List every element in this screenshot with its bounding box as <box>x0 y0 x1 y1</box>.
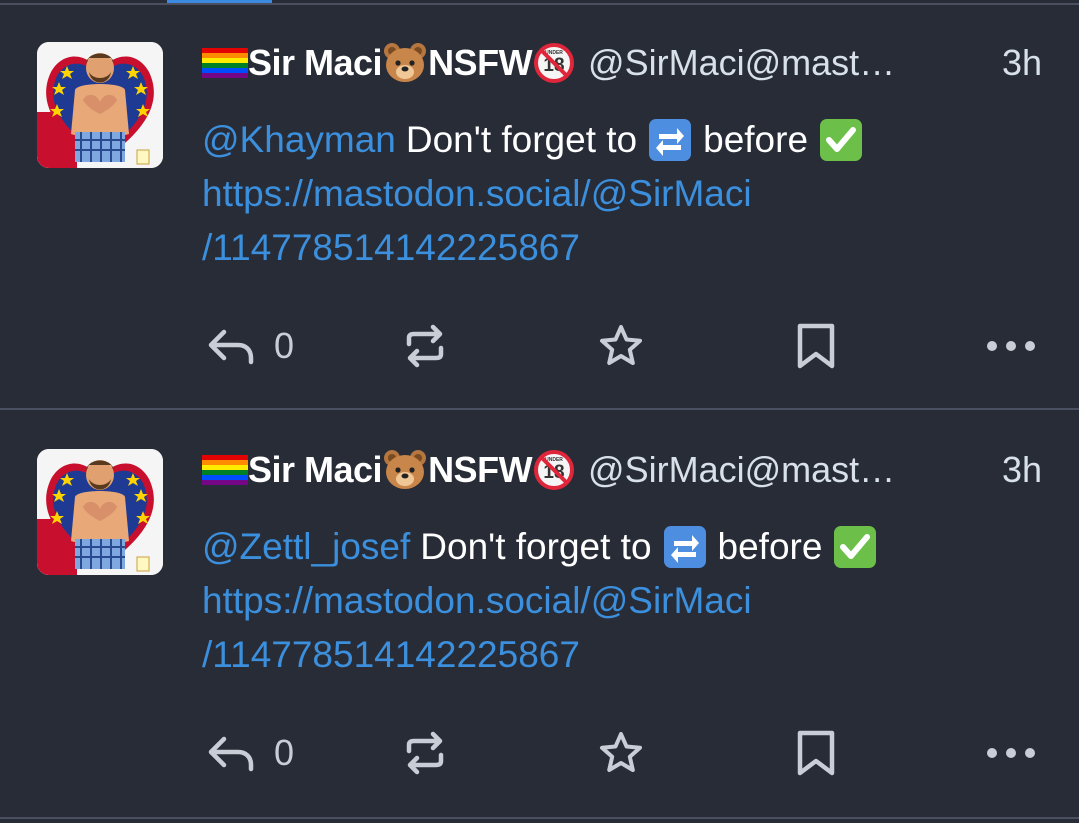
more-button[interactable] <box>984 723 1038 783</box>
status-divider <box>0 817 1079 819</box>
avatar-image <box>37 42 163 168</box>
status-header: Sir Maci NSFW 18 UNDER <box>202 445 1042 495</box>
favourite-button[interactable] <box>597 316 645 376</box>
display-name[interactable]: Sir Maci NSFW 18 UNDER <box>202 41 576 85</box>
status-link[interactable]: https://mastodon.social/@SirMaci <box>202 574 1002 628</box>
status-header: Sir Maci NSFW 18 UNDER <box>202 38 1042 88</box>
arrows-counterclockwise-icon <box>649 119 692 161</box>
timestamp[interactable]: 3h <box>1002 42 1042 84</box>
rainbow-flag-icon <box>202 48 248 78</box>
status-post[interactable]: Sir Maci NSFW 18 UNDER <box>0 412 1079 817</box>
boost-icon <box>406 731 444 775</box>
more-icon <box>987 748 1035 758</box>
bookmark-button[interactable] <box>795 723 837 783</box>
display-name-suffix: NSFW <box>428 449 533 490</box>
bookmark-icon <box>797 323 835 369</box>
more-icon <box>987 341 1035 351</box>
boost-icon <box>406 324 444 368</box>
content-text: before <box>717 526 823 567</box>
favourite-icon <box>600 732 642 772</box>
boost-button[interactable] <box>401 316 449 376</box>
status-post[interactable]: Sir Maci NSFW 18 UNDER <box>0 5 1079 410</box>
reply-button[interactable]: 0 <box>206 316 294 376</box>
boost-button[interactable] <box>401 723 449 783</box>
status-link[interactable]: /114778514142225867 <box>202 221 1002 275</box>
status-content: @Zettl_josef Don't forget to before http… <box>202 520 1002 682</box>
account-handle[interactable]: @SirMaci@mast… <box>588 449 926 491</box>
content-line: @Khayman Don't forget to before <box>202 113 1002 167</box>
content-line: @Zettl_josef Don't forget to before <box>202 520 1002 574</box>
status-link[interactable]: /114778514142225867 <box>202 628 1002 682</box>
reply-count: 0 <box>274 325 295 366</box>
favourite-button[interactable] <box>597 723 645 783</box>
display-name-text: Sir Maci <box>248 42 383 83</box>
avatar[interactable] <box>37 42 163 168</box>
check-mark-button-icon <box>820 119 863 161</box>
reply-icon <box>208 736 254 772</box>
rainbow-flag-icon <box>202 455 248 485</box>
arrows-counterclockwise-icon <box>663 526 706 568</box>
reply-button[interactable]: 0 <box>206 723 294 783</box>
status-action-bar: 0 <box>0 316 1079 376</box>
status-action-bar: 0 <box>0 723 1079 783</box>
reply-count: 0 <box>274 732 295 773</box>
mention-link[interactable]: @Khayman <box>202 113 396 167</box>
mention-link[interactable]: @Zettl_josef <box>202 520 410 574</box>
check-mark-button-icon <box>834 526 877 568</box>
display-name-text: Sir Maci <box>248 449 383 490</box>
favourite-icon <box>600 325 642 365</box>
content-text: Don't forget to <box>420 526 652 567</box>
no-under-18-icon: 18 UNDER <box>534 450 575 490</box>
status-link[interactable]: https://mastodon.social/@SirMaci <box>202 167 1002 221</box>
bookmark-button[interactable] <box>795 316 837 376</box>
status-divider <box>0 408 1079 410</box>
status-content: @Khayman Don't forget to before https://… <box>202 113 1002 275</box>
bear-face-icon <box>384 43 427 82</box>
reply-icon <box>208 329 254 365</box>
content-text: before <box>703 119 809 160</box>
more-button[interactable] <box>984 316 1038 376</box>
bookmark-icon <box>797 730 835 776</box>
timestamp[interactable]: 3h <box>1002 449 1042 491</box>
account-handle[interactable]: @SirMaci@mast… <box>588 42 926 84</box>
avatar[interactable] <box>37 449 163 575</box>
bear-face-icon <box>384 450 427 489</box>
display-name-suffix: NSFW <box>428 42 533 83</box>
avatar-image <box>37 449 163 575</box>
display-name[interactable]: Sir Maci NSFW 18 UNDER <box>202 448 576 492</box>
timeline: Sir Maci NSFW 18 UNDER <box>0 0 1079 823</box>
content-text: Don't forget to <box>405 119 638 160</box>
no-under-18-icon: 18 UNDER <box>534 43 575 83</box>
